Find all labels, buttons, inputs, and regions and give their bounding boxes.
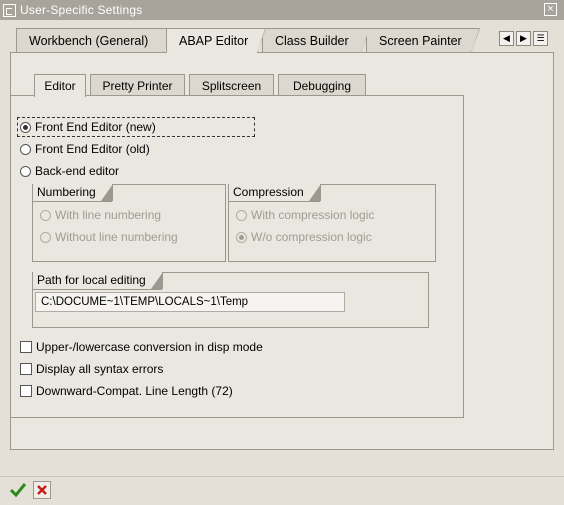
radio-front-end-editor-old[interactable]: Front End Editor (old) — [20, 142, 150, 156]
system-menu-icon[interactable] — [3, 3, 16, 17]
cancel-button[interactable] — [33, 481, 51, 499]
tab-screen-painter[interactable]: Screen Painter — [366, 28, 480, 53]
checkbox-case-conversion[interactable]: Upper-/lowercase conversion in disp mode — [20, 340, 263, 354]
group-title-text: Path for local editing — [37, 273, 146, 287]
local-path-group-title: Path for local editing — [32, 272, 163, 290]
radio-without-compression: W/o compression logic — [236, 230, 372, 244]
tab-abap-editor[interactable]: ABAP Editor — [166, 28, 266, 53]
radio-label: With compression logic — [251, 208, 375, 222]
radio-button[interactable] — [20, 121, 31, 133]
radio-label: Back-end editor — [35, 164, 120, 178]
group-title-text: Compression — [233, 185, 304, 199]
radio-label: With line numbering — [55, 208, 162, 222]
radio-with-compression: With compression logic — [236, 208, 374, 222]
radio-label: Front End Editor (old) — [35, 142, 150, 156]
title-bar: User-Specific Settings × — [0, 0, 564, 20]
checkbox-label: Upper-/lowercase conversion in disp mode — [36, 340, 263, 354]
checkbox-line-length[interactable]: Downward-Compat. Line Length (72) — [20, 384, 233, 398]
local-path-value: C:\DOCUME~1\TEMP\LOCALS~1\Temp — [41, 296, 249, 308]
radio-button — [40, 231, 51, 243]
tab-label: Screen Painter — [379, 34, 462, 48]
subtab-label: Splitscreen — [201, 79, 262, 93]
tab-workbench-general[interactable]: Workbench (General) — [16, 28, 172, 53]
group-title-text: Numbering — [37, 185, 96, 199]
numbering-group: Numbering — [32, 184, 226, 262]
checkbox-label: Downward-Compat. Line Length (72) — [36, 384, 233, 398]
numbering-group-title: Numbering — [32, 184, 113, 202]
radio-with-line-numbering: With line numbering — [40, 208, 161, 222]
subtab-editor[interactable]: Editor — [34, 74, 86, 97]
tab-label: Workbench (General) — [29, 34, 149, 48]
checkbox[interactable] — [20, 363, 32, 375]
radio-label: W/o compression logic — [251, 230, 372, 244]
radio-front-end-editor-new[interactable]: Front End Editor (new) — [20, 120, 156, 134]
subtab-label: Debugging — [292, 79, 352, 93]
check-icon — [10, 483, 26, 497]
radio-back-end-editor[interactable]: Back-end editor — [20, 164, 119, 178]
radio-button[interactable] — [20, 165, 31, 177]
subtab-pretty-printer[interactable]: Pretty Printer — [90, 74, 185, 96]
compression-group-title: Compression — [228, 184, 321, 202]
radio-button — [236, 209, 247, 221]
subtab-splitscreen[interactable]: Splitscreen — [189, 74, 274, 96]
tab-class-builder[interactable]: Class Builder — [262, 28, 370, 53]
subtab-label: Editor — [44, 79, 76, 93]
bottom-toolbar — [0, 476, 564, 505]
local-path-field[interactable]: C:\DOCUME~1\TEMP\LOCALS~1\Temp — [35, 292, 345, 312]
tab-label: Class Builder — [275, 34, 349, 48]
tab-scroll-left-icon[interactable]: ◀ — [499, 31, 514, 46]
subtab-debugging[interactable]: Debugging — [278, 74, 366, 96]
tab-navigation: ◀ ▶ ☰ — [497, 31, 548, 46]
radio-button[interactable] — [20, 143, 31, 155]
checkbox[interactable] — [20, 385, 32, 397]
subtab-label: Pretty Printer — [102, 79, 173, 93]
checkbox[interactable] — [20, 341, 32, 353]
radio-label: Front End Editor (new) — [35, 120, 156, 134]
main-tab-strip: Workbench (General) ABAP Editor Class Bu… — [0, 28, 564, 53]
tab-label: ABAP Editor — [179, 34, 249, 48]
tab-scroll-right-icon[interactable]: ▶ — [516, 31, 531, 46]
compression-group: Compression — [228, 184, 436, 262]
checkbox-label: Display all syntax errors — [36, 362, 164, 376]
cancel-icon — [37, 485, 47, 495]
window-title: User-Specific Settings — [20, 3, 143, 17]
tab-list-icon[interactable]: ☰ — [533, 31, 548, 46]
radio-button — [40, 209, 51, 221]
radio-button — [236, 231, 247, 243]
confirm-button[interactable] — [9, 481, 27, 499]
radio-label: Without line numbering — [55, 230, 178, 244]
close-icon[interactable]: × — [544, 3, 557, 16]
radio-without-line-numbering: Without line numbering — [40, 230, 178, 244]
checkbox-syntax-errors[interactable]: Display all syntax errors — [20, 362, 163, 376]
